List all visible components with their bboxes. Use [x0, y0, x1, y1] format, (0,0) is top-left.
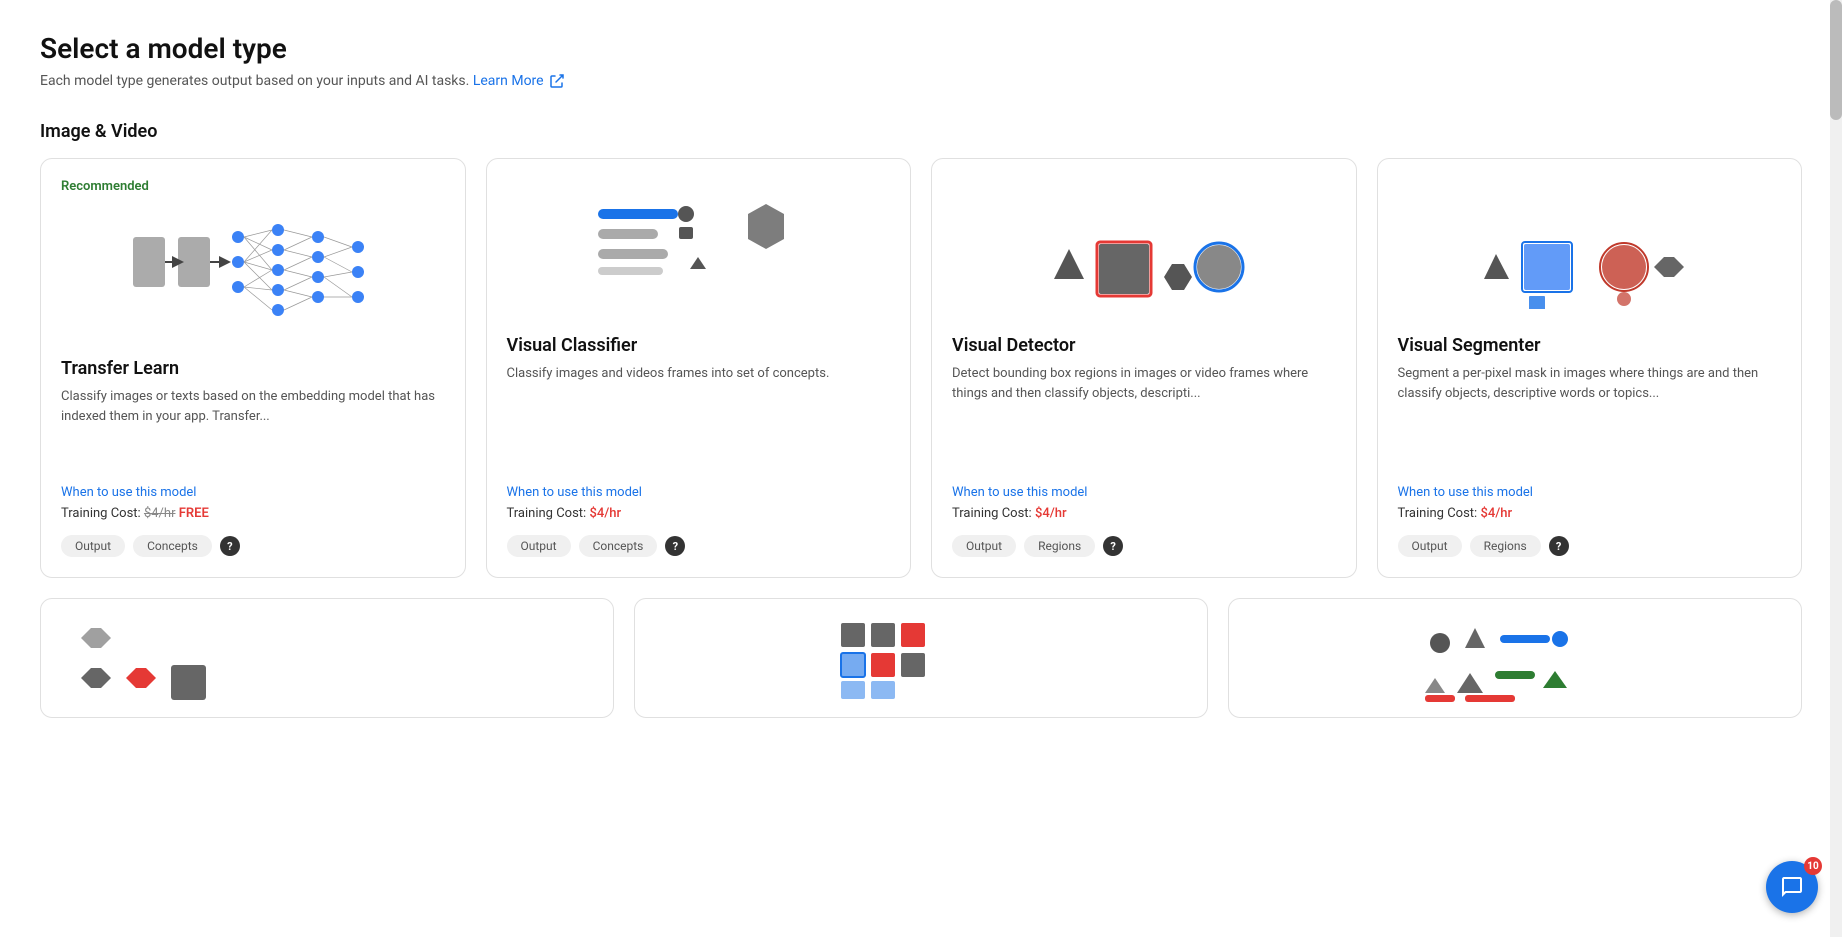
output-tag: Output: [507, 535, 571, 557]
card-illustration-visual-segmenter: [1398, 179, 1782, 319]
training-cost-visual-classifier: Training Cost: $4/hr: [507, 506, 891, 521]
card-illustration-visual-detector: [952, 179, 1336, 319]
external-link-icon: [550, 74, 564, 88]
help-icon[interactable]: ?: [220, 536, 240, 556]
card-description-visual-segmenter: Segment a per-pixel mask in images where…: [1398, 364, 1782, 473]
card-description-transfer-learn: Classify images or texts based on the em…: [61, 387, 445, 473]
card-title-transfer-learn: Transfer Learn: [61, 358, 445, 379]
page-wrapper: Select a model type Each model type gene…: [0, 0, 1842, 937]
output-tag: Output: [952, 535, 1016, 557]
original-price: $4/hr: [144, 506, 176, 521]
card-title-visual-detector: Visual Detector: [952, 335, 1336, 356]
learn-more-link[interactable]: Learn More: [473, 73, 564, 89]
regions-tag: Regions: [1024, 535, 1095, 557]
training-cost-visual-segmenter: Training Cost: $4/hr: [1398, 506, 1782, 521]
when-to-use-link-visual-segmenter[interactable]: When to use this model: [1398, 485, 1782, 500]
help-icon[interactable]: ?: [1103, 536, 1123, 556]
training-cost-transfer-learn: Training Cost: $4/hr FREE: [61, 506, 445, 521]
card-visual-detector[interactable]: Visual Detector Detect bounding box regi…: [931, 158, 1357, 578]
output-tag: Output: [1398, 535, 1462, 557]
chat-badge: 10: [1804, 857, 1822, 875]
training-cost-visual-detector: Training Cost: $4/hr: [952, 506, 1336, 521]
scrollbar-thumb[interactable]: [1830, 0, 1842, 120]
model-cards-grid: Recommended: [40, 158, 1802, 578]
output-tag: Output: [61, 535, 125, 557]
recommended-badge: Recommended: [61, 179, 445, 194]
card-title-visual-classifier: Visual Classifier: [507, 335, 891, 356]
paid-price: $4/hr: [589, 506, 621, 521]
card-transfer-learn[interactable]: Recommended: [40, 158, 466, 578]
card-visual-classifier[interactable]: Visual Classifier Classify images and vi…: [486, 158, 912, 578]
help-icon[interactable]: ?: [1549, 536, 1569, 556]
card-illustration-visual-classifier: [507, 179, 891, 319]
paid-price: $4/hr: [1480, 506, 1512, 521]
card-illustration-transfer-learn: [61, 202, 445, 342]
card-partial-1[interactable]: [40, 598, 614, 718]
when-to-use-link-visual-classifier[interactable]: When to use this model: [507, 485, 891, 500]
scrollbar[interactable]: [1830, 0, 1842, 937]
concepts-tag: Concepts: [133, 535, 212, 557]
card-description-visual-classifier: Classify images and videos frames into s…: [507, 364, 891, 473]
concepts-tag: Concepts: [579, 535, 658, 557]
output-tags-visual-segmenter: Output Regions ?: [1398, 535, 1782, 557]
card-description-visual-detector: Detect bounding box regions in images or…: [952, 364, 1336, 473]
page-title: Select a model type: [40, 32, 1802, 65]
regions-tag: Regions: [1470, 535, 1541, 557]
card-partial-3[interactable]: [1228, 598, 1802, 718]
output-tags-visual-classifier: Output Concepts ?: [507, 535, 891, 557]
card-title-visual-segmenter: Visual Segmenter: [1398, 335, 1782, 356]
chat-icon: [1780, 875, 1804, 899]
chat-button[interactable]: 10: [1766, 861, 1818, 913]
card-partial-2[interactable]: [634, 598, 1208, 718]
free-price: FREE: [179, 506, 209, 521]
when-to-use-link-visual-detector[interactable]: When to use this model: [952, 485, 1336, 500]
paid-price: $4/hr: [1035, 506, 1067, 521]
section-title: Image & Video: [40, 121, 1802, 142]
page-subtitle: Each model type generates output based o…: [40, 73, 1802, 89]
when-to-use-link-transfer-learn[interactable]: When to use this model: [61, 485, 445, 500]
bottom-cards-grid: [40, 598, 1802, 718]
help-icon[interactable]: ?: [665, 536, 685, 556]
output-tags-visual-detector: Output Regions ?: [952, 535, 1336, 557]
card-visual-segmenter[interactable]: Visual Segmenter Segment a per-pixel mas…: [1377, 158, 1803, 578]
output-tags-transfer-learn: Output Concepts ?: [61, 535, 445, 557]
